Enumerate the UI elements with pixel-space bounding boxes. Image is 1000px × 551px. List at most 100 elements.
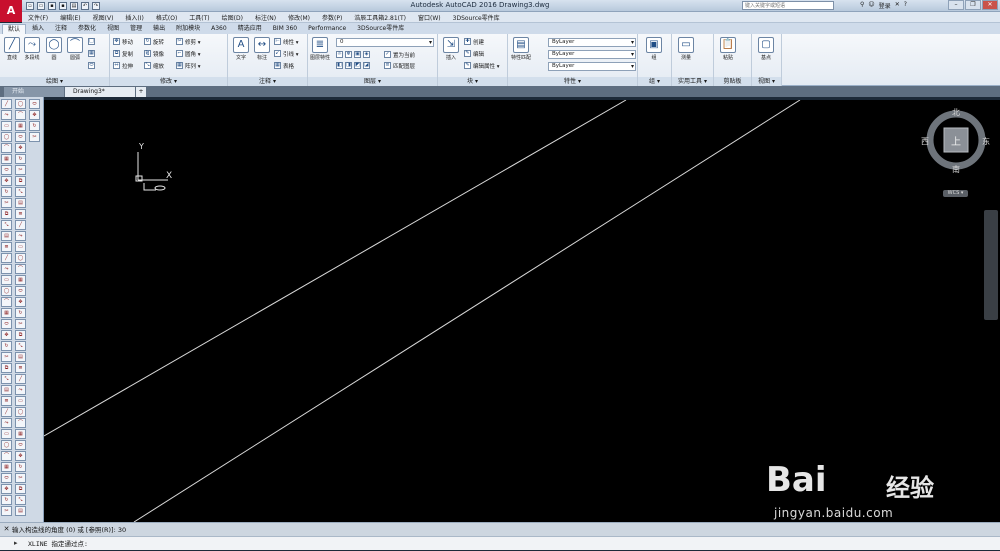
rotate-tool[interactable]: ↻ 旋转 [144,37,164,46]
match-properties-tool[interactable]: ▤ 特性匹配 [511,37,531,61]
line-icon[interactable]: ╱ [15,220,26,230]
ellipse-icon[interactable]: ⬭ [15,132,26,142]
rotate-icon[interactable]: ↻ [15,154,26,164]
tab-parametric[interactable]: 参数化 [73,24,101,34]
new-file-icon[interactable]: ▫ [26,2,34,10]
layer-properties-icon[interactable]: ≣ [1,242,12,252]
set-current-layer-tool[interactable]: ✓ 置为当前 [384,50,415,59]
arc-icon[interactable]: ⌒ [15,418,26,428]
line-icon[interactable]: ╱ [1,99,12,109]
close-button[interactable]: ✕ [982,0,998,10]
menu-file[interactable]: 文件(F) [28,13,48,22]
hatch-icon[interactable]: ▦ [1,308,12,318]
viewcube-south[interactable]: 南 [952,164,960,175]
circle-icon[interactable]: ◯ [15,253,26,263]
move-icon[interactable]: ✥ [15,143,26,153]
polyline-icon[interactable]: ⤳ [15,231,26,241]
tab-view[interactable]: 视图 [102,24,124,34]
scale-icon[interactable]: ⤡ [15,495,26,505]
move-icon[interactable]: ✥ [1,484,12,494]
polyline-icon[interactable]: ⤳ [15,385,26,395]
ellipse-icon[interactable]: ⬭ [15,440,26,450]
dimension-tool[interactable]: ↔ 标注 [252,37,272,61]
rectangle-icon[interactable]: ▭ [15,242,26,252]
viewcube-west[interactable]: 西 [921,136,929,147]
tab-manage[interactable]: 管理 [125,24,147,34]
tab-insert[interactable]: 插入 [27,24,49,34]
panel-modify-title[interactable]: 修改 ▾ [110,77,227,86]
panel-block-title[interactable]: 块 ▾ [438,77,507,86]
hatch-icon[interactable]: ▦ [15,121,26,131]
copy-tool[interactable]: ⧉ 复制 [113,49,133,58]
move-icon[interactable]: ✥ [1,176,12,186]
rectangle-icon[interactable]: ▭ [15,396,26,406]
linear-tool[interactable]: ⊢ 线性 ▾ [274,37,299,46]
arc-tool[interactable]: ⌒ 圆弧 [65,37,85,61]
array-tool[interactable]: ▦ 阵列 ▾ [176,61,201,70]
copy-icon[interactable]: ⧉ [15,330,26,340]
autocad-logo-icon[interactable]: A [0,0,22,22]
line-icon[interactable]: ╱ [1,407,12,417]
tab-performance[interactable]: Performance [303,24,351,34]
arc-icon[interactable]: ⌒ [1,297,12,307]
copy-icon[interactable]: ⧉ [15,176,26,186]
table-icon[interactable]: ▤ [15,506,26,516]
stretch-tool[interactable]: ⇔ 拉伸 [113,61,133,70]
wcs-menu[interactable]: WCS ▾ [943,190,968,197]
edit-attributes-tool[interactable]: ✎ 编辑属性 ▾ [464,61,500,70]
copy-icon[interactable]: ⧉ [15,484,26,494]
scale-icon[interactable]: ⤡ [1,374,12,384]
save-as-icon[interactable]: ▪ [59,2,67,10]
layer-tools-row1[interactable]: ☼ ❄ ▣ ◈ [336,50,370,59]
trim-icon[interactable]: ✂ [29,132,40,142]
circle-icon[interactable]: ◯ [1,440,12,450]
panel-utilities-title[interactable]: 实用工具 ▾ [672,77,713,86]
paste-tool[interactable]: 📋 粘贴 [718,37,738,61]
group-tool[interactable]: ▣ 组 [644,37,664,61]
viewcube-east[interactable]: 东 [982,136,990,147]
hatch-icon[interactable]: ▦ [15,275,26,285]
layer-tools-row2[interactable]: ◧ ◨ ◩ ◪ [336,61,370,70]
login-button[interactable]: 登录 [879,1,891,10]
xline-1[interactable] [44,100,627,437]
menu-3dsource[interactable]: 3DSource零件库 [453,13,500,22]
layer-properties-tool[interactable]: ≣ 图层特性 [310,37,330,61]
hatch-tool[interactable]: ▦ [88,49,95,58]
table-icon[interactable]: ▤ [1,231,12,241]
trim-icon[interactable]: ✂ [15,473,26,483]
navigation-bar[interactable] [984,210,998,320]
line-icon[interactable]: ╱ [15,374,26,384]
circle-icon[interactable]: ◯ [15,99,26,109]
edit-block-tool[interactable]: ✎ 编辑 [464,49,484,58]
minimize-button[interactable]: – [948,0,964,10]
polyline-icon[interactable]: ⤳ [1,264,12,274]
circle-icon[interactable]: ◯ [1,286,12,296]
tab-addins[interactable]: 附加模块 [171,24,205,34]
table-icon[interactable]: ▤ [1,385,12,395]
maximize-button[interactable]: ❐ [965,0,981,10]
polyline-tool[interactable]: ⤳ 多段线 [22,37,42,61]
layer-properties-icon[interactable]: ≣ [1,396,12,406]
move-icon[interactable]: ✥ [1,330,12,340]
move-tool[interactable]: ✥ 移动 [113,37,133,46]
line-tool[interactable]: ╱ 直线 [2,37,22,61]
panel-properties-title[interactable]: 特性 ▾ [508,77,637,86]
arc-icon[interactable]: ⌒ [15,264,26,274]
drawing-canvas[interactable]: Y X 北 南 西 东 上 WCS ▾ Bai 经验 jingyan.baidu… [44,100,1000,522]
scale-icon[interactable]: ⤡ [1,220,12,230]
insert-block-tool[interactable]: ⇲ 插入 [441,37,461,61]
circle-icon[interactable]: ◯ [1,132,12,142]
exchange-icon[interactable]: ✕ [895,1,900,10]
panel-annotation-title[interactable]: 注释 ▾ [228,77,307,86]
circle-icon[interactable]: ◯ [15,407,26,417]
arc-icon[interactable]: ⌒ [1,143,12,153]
new-tab-button[interactable]: + [136,87,146,97]
xline-2[interactable] [133,100,801,522]
rotate-icon[interactable]: ↻ [1,341,12,351]
menu-dimension[interactable]: 标注(N) [255,13,276,22]
match-layer-tool[interactable]: ≡ 匹配图层 [384,61,415,70]
menu-format[interactable]: 格式(O) [156,13,177,22]
ellipse-icon[interactable]: ⬭ [1,319,12,329]
move-icon[interactable]: ✥ [15,297,26,307]
menu-edit[interactable]: 编辑(E) [60,13,80,22]
